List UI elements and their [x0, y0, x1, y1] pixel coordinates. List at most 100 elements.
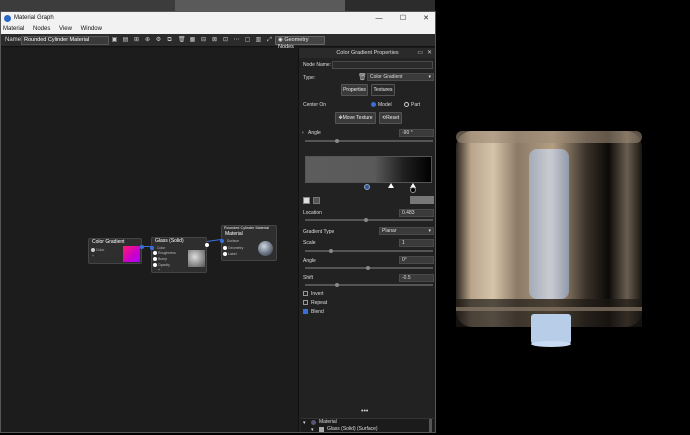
delete-stop-icon[interactable] — [313, 197, 320, 204]
bump-port[interactable] — [153, 257, 157, 261]
panel-pin-icon[interactable]: ▭ — [417, 49, 423, 56]
menu-material[interactable]: Material — [3, 25, 24, 34]
scale-slider[interactable] — [305, 250, 433, 252]
tab-textures[interactable]: Textures — [371, 84, 395, 96]
opacity-port[interactable] — [153, 263, 157, 267]
more-handle[interactable]: ••• — [361, 408, 368, 415]
color-port[interactable] — [91, 248, 95, 252]
roughness-label: Roughness — [158, 251, 176, 255]
stop-color-swatch[interactable] — [410, 196, 434, 204]
angle-expand-chevron[interactable]: › — [302, 130, 304, 136]
open-icon[interactable]: ▤ — [122, 37, 129, 44]
gradient-stop-1[interactable] — [364, 184, 370, 190]
repeat-label: Repeat — [311, 300, 328, 306]
surface-port[interactable] — [220, 239, 224, 243]
glass-solid-node[interactable]: Glass (Solid) Color Roughness Bump Opaci… — [150, 237, 209, 273]
reset-label: Reset — [386, 115, 400, 121]
tree-scrollbar[interactable] — [429, 419, 432, 432]
properties-title: Color Gradient Properties — [299, 48, 435, 58]
location-slider[interactable] — [305, 219, 433, 221]
angle2-input[interactable]: 0° — [399, 256, 434, 264]
scale-input[interactable]: 1 — [399, 239, 434, 247]
location-input[interactable]: 0.483 — [399, 209, 434, 217]
color-gradient-node[interactable]: Color Gradient Color + — [88, 238, 144, 264]
label-port[interactable] — [223, 252, 227, 256]
tab-properties[interactable]: Properties — [341, 84, 368, 96]
material-tree-icon — [311, 420, 316, 425]
material-name-input[interactable]: Rounded Cylinder Material — [21, 36, 109, 45]
glass-out-port[interactable] — [205, 243, 209, 247]
gradient-midpoint-marker[interactable] — [388, 183, 394, 188]
invert-label: Invert — [311, 291, 324, 297]
maximize-button[interactable]: ☐ — [395, 14, 411, 23]
roughness-port[interactable] — [153, 251, 157, 255]
menu-view[interactable]: View — [59, 25, 72, 34]
shift-slider[interactable] — [305, 284, 433, 286]
delete-icon[interactable]: 🗑 — [178, 37, 186, 44]
grid-icon[interactable]: ▦ — [189, 37, 196, 44]
invert-checkbox[interactable] — [303, 291, 308, 296]
geometry-port[interactable] — [223, 246, 227, 250]
gradient-type-label: Gradient Type — [303, 229, 335, 235]
scale-slider-knob[interactable] — [329, 249, 333, 253]
save-icon[interactable]: ▣ — [111, 37, 118, 44]
fit-icon[interactable]: ⤢ — [266, 37, 273, 44]
shift-label: Shift — [303, 275, 314, 281]
center-model-radio[interactable] — [371, 102, 376, 107]
material-output-node[interactable]: Rounded Cylinder Material Material Surfa… — [220, 225, 277, 261]
chevron-down-icon: ▾ — [428, 74, 431, 80]
location-slider-knob[interactable] — [364, 218, 368, 222]
repeat-checkbox[interactable] — [303, 300, 308, 305]
settings-icon[interactable]: ⚙ — [155, 37, 162, 44]
reset-button[interactable]: ⟲Reset — [379, 112, 402, 124]
scale-label: Scale — [303, 240, 316, 246]
angle2-slider-knob[interactable] — [366, 266, 370, 270]
export-icon[interactable]: ⊞ — [133, 37, 140, 44]
layout-icon[interactable]: ▥ — [255, 37, 262, 44]
material-tree: ▾ Material ▾ Glass (Solid) (Surface) — [301, 418, 434, 432]
copy-icon[interactable]: ⧉ — [166, 37, 173, 44]
gradient-editor[interactable] — [305, 156, 432, 183]
close-button[interactable]: ✕ — [418, 14, 434, 23]
gradient-stop-2[interactable] — [410, 187, 416, 193]
align-center-icon[interactable]: ⊠ — [211, 37, 218, 44]
minimize-button[interactable]: — — [371, 14, 387, 23]
blend-checkbox[interactable] — [303, 309, 308, 314]
tree-child-collapse-icon[interactable]: ▾ — [311, 427, 314, 432]
align-right-icon[interactable]: ⊡ — [222, 37, 229, 44]
move-texture-button[interactable]: ✥Move Texture — [335, 112, 376, 124]
tree-root-label[interactable]: Material — [319, 419, 337, 425]
tree-child-label[interactable]: Glass (Solid) (Surface) — [327, 426, 378, 432]
node-graph-canvas[interactable]: Color Gradient Color + Glass (Solid) Col… — [1, 48, 298, 432]
center-model-label: Model — [378, 102, 392, 108]
glass-color-label: Color — [157, 246, 166, 250]
shift-slider-knob[interactable] — [335, 283, 339, 287]
distribute-icon[interactable]: ⋯ — [233, 37, 240, 44]
angle-input[interactable]: -90 ° — [399, 129, 434, 137]
glass-add-port[interactable]: + — [158, 268, 160, 272]
panel-close-icon[interactable]: ✕ — [427, 49, 432, 56]
frame-icon[interactable]: ▢ — [244, 37, 251, 44]
angle-slider-knob[interactable] — [335, 139, 339, 143]
gradient-type-select[interactable]: Planar ▾ — [379, 227, 434, 235]
angle2-label: Angle — [303, 258, 316, 264]
gradient-preview — [123, 246, 140, 262]
geometry-nodes-button[interactable]: ◉ Geometry Nodes — [275, 36, 325, 50]
trash-icon[interactable]: 🗑 — [358, 73, 367, 81]
align-left-icon[interactable]: ⊟ — [200, 37, 207, 44]
add-node-icon[interactable]: ⊕ — [144, 37, 151, 44]
gradient-type-value: Planar — [382, 228, 397, 234]
center-part-radio[interactable] — [404, 102, 409, 107]
menu-window[interactable]: Window — [81, 25, 102, 34]
node-name-input[interactable] — [332, 61, 433, 69]
3d-viewport[interactable] — [436, 11, 690, 433]
tree-collapse-icon[interactable]: ▾ — [303, 420, 306, 426]
surface-label: Surface — [227, 239, 240, 243]
type-select[interactable]: Color Gradient ▾ — [367, 73, 434, 81]
menu-nodes[interactable]: Nodes — [33, 25, 50, 34]
glass-color-port[interactable] — [150, 246, 154, 250]
add-port-label[interactable]: + — [92, 254, 94, 258]
color-picker-swatch[interactable] — [303, 197, 310, 204]
angle-slider[interactable] — [305, 140, 433, 142]
shift-input[interactable]: -0.5 — [399, 274, 434, 282]
